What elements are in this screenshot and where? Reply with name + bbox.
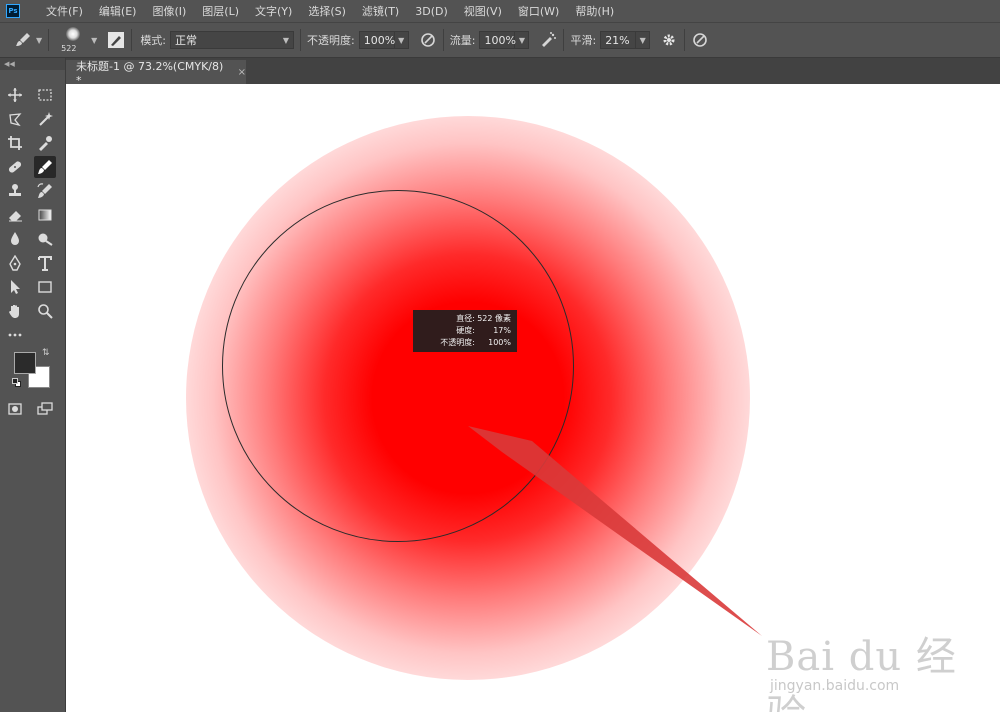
opacity-value: 100%	[363, 33, 396, 47]
watermark-brand: Bai du 经验	[766, 634, 957, 712]
hud-diameter-label: 直径:	[456, 314, 475, 323]
document-tab-title: 未标题-1 @ 73.2%(CMYK/8) *	[76, 59, 224, 87]
chevron-down-icon[interactable]: ▼	[36, 36, 42, 45]
flow-input[interactable]: 100%	[479, 31, 516, 49]
rectangle-tool-icon[interactable]	[34, 276, 56, 298]
tools-panel: ◀◀ ⇅	[0, 58, 66, 712]
brush-settings-panel-icon[interactable]	[107, 31, 125, 49]
pen-tool-icon[interactable]	[4, 252, 26, 274]
menu-file[interactable]: 文件(F)	[38, 3, 91, 19]
smoothing-label: 平滑:	[570, 34, 597, 47]
baidu-watermark: Bai du 经验 jingyan.baidu.com	[766, 604, 996, 712]
collapse-arrows-icon[interactable]: ◀◀	[0, 58, 65, 70]
opacity-input[interactable]: 100%	[358, 31, 396, 49]
brush-tool-icon[interactable]	[34, 156, 56, 178]
chevron-down-icon[interactable]: ▼	[91, 36, 97, 45]
clone-stamp-tool-icon[interactable]	[4, 180, 26, 202]
brush-preset-picker[interactable]: 522	[59, 25, 89, 55]
hud-hardness-value: 17%	[493, 326, 511, 335]
document-canvas[interactable]: 直径:522 像素 硬度: 17% 不透明度: 100% Bai du 经验 jin…	[66, 84, 1000, 712]
blend-mode-select[interactable]: 正常 ▼	[170, 31, 295, 49]
menu-window[interactable]: 窗口(W)	[510, 3, 567, 19]
more-tools-icon[interactable]	[4, 324, 26, 346]
brush-tip-icon	[66, 27, 81, 41]
marquee-tool-icon[interactable]	[34, 84, 56, 106]
lasso-tool-icon[interactable]	[4, 108, 26, 130]
smoothing-value: 21%	[605, 33, 630, 47]
chevron-down-icon: ▼	[282, 35, 290, 45]
flow-label: 流量:	[449, 34, 476, 47]
photoshop-logo: Ps	[6, 4, 20, 18]
screen-mode-icon[interactable]	[34, 398, 56, 420]
hud-hardness-label: 硬度:	[456, 326, 475, 335]
brush-size-value: 522	[61, 44, 77, 53]
airbrush-icon[interactable]	[539, 31, 557, 49]
menu-3d[interactable]: 3D(D)	[407, 5, 456, 18]
pressure-size-icon[interactable]	[691, 31, 709, 49]
crop-tool-icon[interactable]	[4, 132, 26, 154]
history-brush-tool-icon[interactable]	[34, 180, 56, 202]
menu-image[interactable]: 图像(I)	[144, 3, 194, 19]
eraser-tool-icon[interactable]	[4, 204, 26, 226]
menu-layer[interactable]: 图层(L)	[194, 3, 247, 19]
flow-dropdown-button[interactable]: ▼	[515, 31, 530, 49]
mode-label: 模式:	[140, 34, 167, 47]
watermark-url: jingyan.baidu.com	[770, 678, 900, 694]
smoothing-dropdown-button[interactable]: ▼	[636, 31, 651, 49]
hud-opacity-value: 100%	[488, 338, 511, 347]
hud-opacity-label: 不透明度:	[440, 338, 475, 347]
hud-diameter-value: 522 像素	[477, 314, 511, 323]
smoothing-input[interactable]: 21%	[600, 31, 637, 49]
healing-brush-tool-icon[interactable]	[4, 156, 26, 178]
flow-value: 100%	[484, 33, 516, 47]
type-tool-icon[interactable]	[34, 252, 56, 274]
path-selection-tool-icon[interactable]	[4, 276, 26, 298]
options-bar: ▼ 522 ▼ 模式: 正常 ▼ 不透明度: 100% ▼ 流量: 100% ▼…	[0, 22, 1000, 58]
quick-mask-icon[interactable]	[4, 398, 26, 420]
pressure-opacity-icon[interactable]	[419, 31, 437, 49]
eyedropper-tool-icon[interactable]	[34, 132, 56, 154]
blend-mode-value: 正常	[175, 34, 198, 47]
gradient-tool-icon[interactable]	[34, 204, 56, 226]
gear-icon[interactable]	[660, 31, 678, 49]
zoom-tool-icon[interactable]	[34, 300, 56, 322]
default-colors-icon[interactable]	[12, 378, 21, 387]
brush-info-tooltip: 直径: 522 像素 硬度: 17% 不透明度: 100%	[413, 310, 517, 352]
menu-filter[interactable]: 滤镜(T)	[354, 3, 407, 19]
swap-colors-icon[interactable]: ⇅	[42, 348, 50, 358]
document-tab[interactable]: 未标题-1 @ 73.2%(CMYK/8) * ×	[66, 59, 246, 87]
brush-tool-preset-icon[interactable]	[14, 31, 32, 49]
close-icon[interactable]: ×	[238, 67, 246, 78]
hand-tool-icon[interactable]	[4, 300, 26, 322]
menu-type[interactable]: 文字(Y)	[247, 3, 300, 19]
menu-bar: Ps 文件(F) 编辑(E) 图像(I) 图层(L) 文字(Y) 选择(S) 滤…	[0, 0, 1000, 22]
menu-edit[interactable]: 编辑(E)	[91, 3, 145, 19]
opacity-dropdown-button[interactable]: ▼	[394, 31, 409, 49]
opacity-label: 不透明度:	[307, 34, 355, 47]
menu-help[interactable]: 帮助(H)	[567, 3, 622, 19]
document-tab-bar: 未标题-1 @ 73.2%(CMYK/8) * ×	[66, 58, 1000, 87]
blur-tool-icon[interactable]	[4, 228, 26, 250]
foreground-color-swatch[interactable]	[14, 352, 36, 374]
menu-view[interactable]: 视图(V)	[456, 3, 510, 19]
menu-select[interactable]: 选择(S)	[300, 3, 354, 19]
move-tool-icon[interactable]	[4, 84, 26, 106]
magic-wand-tool-icon[interactable]	[34, 108, 56, 130]
dodge-tool-icon[interactable]	[34, 228, 56, 250]
